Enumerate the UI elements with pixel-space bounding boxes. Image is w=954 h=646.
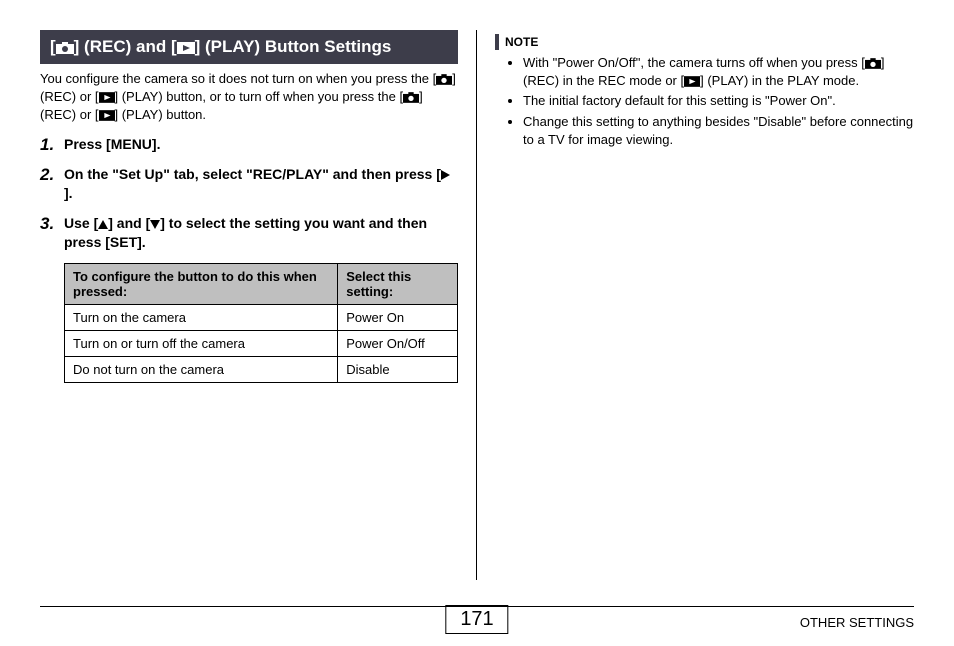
step-text: Use [] and [] to select the setting you … [64, 214, 458, 253]
step-1: 1. Press [MENU]. [40, 135, 458, 155]
text: ] and [ [108, 215, 150, 231]
camera-icon [403, 92, 419, 103]
table-cell: Power On/Off [338, 331, 458, 357]
text: ] (PLAY) in the PLAY mode. [700, 73, 859, 88]
text: ] (PLAY) button. [115, 107, 207, 122]
text: You configure the camera so it does not … [40, 71, 436, 86]
triangle-right-icon [441, 170, 450, 180]
table-cell: Power On [338, 305, 458, 331]
steps-list: 1. Press [MENU]. 2. On the "Set Up" tab,… [40, 135, 458, 253]
text: ]. [64, 185, 73, 201]
camera-icon [865, 58, 881, 69]
step-text: On the "Set Up" tab, select "REC/PLAY" a… [64, 165, 458, 204]
triangle-up-icon [98, 220, 108, 229]
text: On the "Set Up" tab, select "REC/PLAY" a… [64, 166, 441, 182]
intro-paragraph: You configure the camera so it does not … [40, 70, 458, 125]
note-item: Change this setting to anything besides … [523, 113, 914, 149]
left-column: [] (REC) and [] (PLAY) Button Settings Y… [40, 30, 477, 580]
note-label: NOTE [505, 35, 538, 49]
table-header: To configure the button to do this when … [65, 264, 338, 305]
page-number: 171 [445, 605, 508, 634]
table-row: Turn on the camera Power On [65, 305, 458, 331]
header-text: ] (REC) and [ [74, 37, 177, 56]
settings-table: To configure the button to do this when … [64, 263, 458, 383]
play-icon [177, 42, 195, 54]
table-cell: Turn on the camera [65, 305, 338, 331]
table-cell: Disable [338, 357, 458, 383]
play-icon [684, 76, 700, 87]
note-bar-icon [495, 34, 499, 50]
table-row: Do not turn on the camera Disable [65, 357, 458, 383]
footer-section-label: OTHER SETTINGS [800, 609, 914, 630]
footer-content: 171 OTHER SETTINGS [40, 609, 914, 630]
step-number: 2. [40, 165, 64, 204]
header-text: ] (PLAY) Button Settings [195, 37, 392, 56]
note-header: NOTE [495, 34, 914, 50]
table-cell: Do not turn on the camera [65, 357, 338, 383]
section-header: [] (REC) and [] (PLAY) Button Settings [40, 30, 458, 64]
right-column: NOTE With "Power On/Off", the camera tur… [477, 30, 914, 580]
table-cell: Turn on or turn off the camera [65, 331, 338, 357]
page: [] (REC) and [] (PLAY) Button Settings Y… [0, 0, 954, 646]
step-number: 3. [40, 214, 64, 253]
table-row: Turn on or turn off the camera Power On/… [65, 331, 458, 357]
step-2: 2. On the "Set Up" tab, select "REC/PLAY… [40, 165, 458, 204]
text: With "Power On/Off", the camera turns of… [523, 55, 865, 70]
note-item: With "Power On/Off", the camera turns of… [523, 54, 914, 90]
notes-list: With "Power On/Off", the camera turns of… [495, 54, 914, 149]
text: Use [ [64, 215, 98, 231]
play-icon [99, 110, 115, 121]
note-item: The initial factory default for this set… [523, 92, 914, 110]
step-text: Press [MENU]. [64, 135, 160, 155]
step-3: 3. Use [] and [] to select the setting y… [40, 214, 458, 253]
camera-icon [436, 74, 452, 85]
page-footer: 171 OTHER SETTINGS [40, 606, 914, 630]
step-number: 1. [40, 135, 64, 155]
camera-icon [56, 42, 74, 54]
triangle-down-icon [150, 220, 160, 229]
table-header: Select this setting: [338, 264, 458, 305]
columns: [] (REC) and [] (PLAY) Button Settings Y… [40, 30, 914, 580]
text: ] (PLAY) button, or to turn off when you… [115, 89, 404, 104]
table-header-row: To configure the button to do this when … [65, 264, 458, 305]
play-icon [99, 92, 115, 103]
